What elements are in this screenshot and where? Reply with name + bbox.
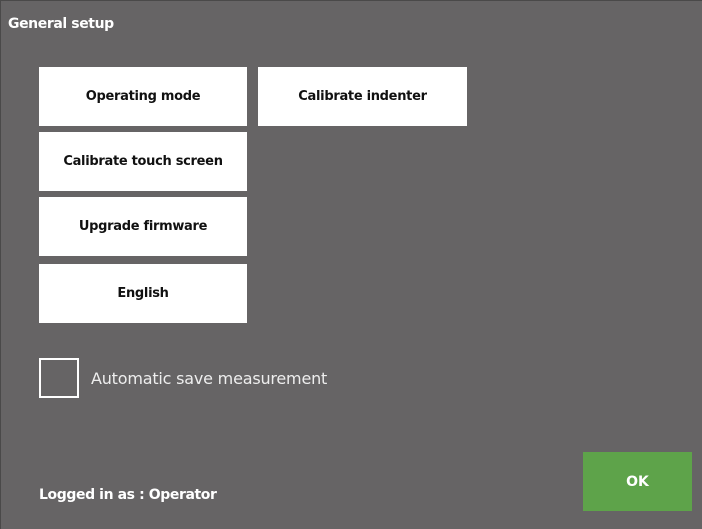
auto-save-label: Automatic save measurement [91,368,328,388]
ok-button[interactable]: OK [583,452,692,511]
operating-mode-button[interactable]: Operating mode [39,67,247,126]
upgrade-firmware-button[interactable]: Upgrade firmware [39,197,247,256]
general-setup-screen: General setup Operating mode Calibrate i… [0,0,702,529]
auto-save-checkbox[interactable] [39,358,79,398]
calibrate-touch-screen-button[interactable]: Calibrate touch screen [39,132,247,191]
login-status: Logged in as : Operator [39,487,217,503]
page-title: General setup [8,16,114,32]
auto-save-option[interactable]: Automatic save measurement [39,357,327,399]
language-button[interactable]: English [39,264,247,323]
calibrate-indenter-button[interactable]: Calibrate indenter [258,67,467,126]
